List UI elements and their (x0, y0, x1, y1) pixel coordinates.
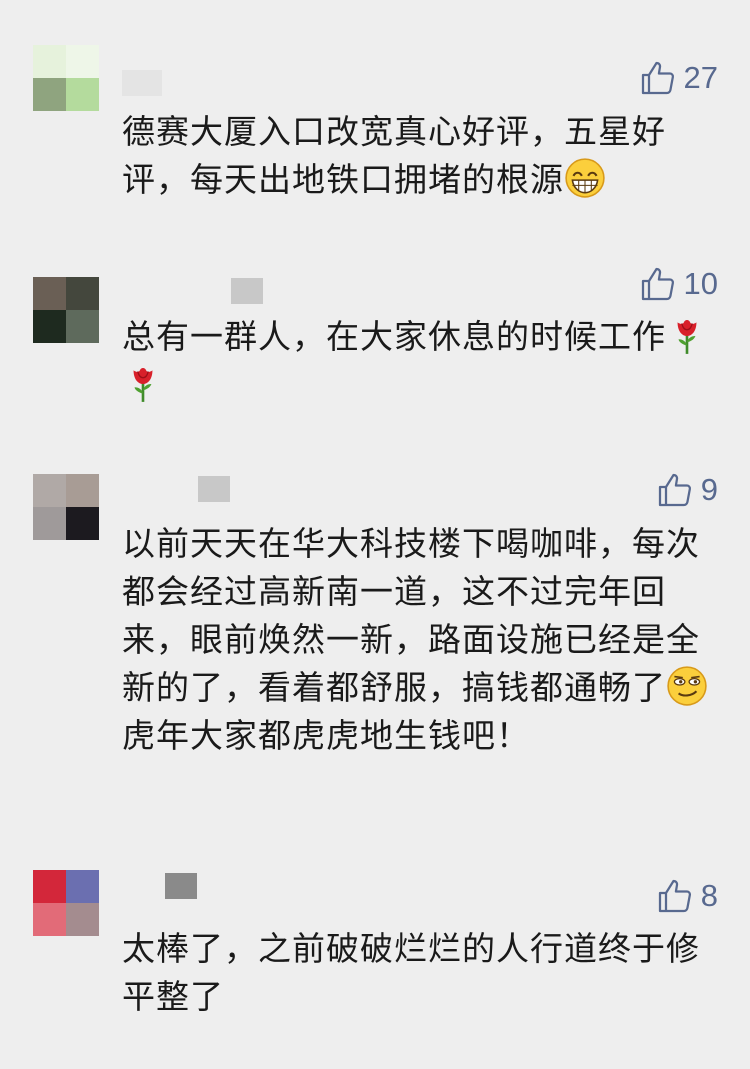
thumbs-up-icon (658, 473, 691, 507)
avatar[interactable] (33, 45, 99, 111)
like-count: 27 (683, 60, 718, 95)
avatar[interactable] (33, 277, 99, 343)
nickname-blurred (231, 278, 263, 304)
comment-text: 以前天天在华大科技楼下喝咖啡，每次都会经过高新南一道，这不过完年回来，眼前焕然一… (122, 520, 722, 760)
rose-icon (122, 362, 164, 404)
like-count: 9 (700, 472, 718, 507)
like-count: 10 (683, 266, 718, 301)
like-count: 8 (700, 878, 718, 913)
avatar[interactable] (33, 870, 99, 936)
thumbs-up-icon (658, 879, 691, 913)
avatar[interactable] (33, 474, 99, 540)
thumbs-up-icon (641, 61, 674, 95)
like-button[interactable]: 9 (657, 470, 718, 510)
thumbs-up-icon (641, 267, 674, 301)
like-button[interactable]: 8 (657, 876, 718, 916)
like-button[interactable]: 27 (640, 58, 718, 98)
nickname-blurred (122, 70, 162, 96)
grinning-face-icon (564, 157, 606, 199)
smirking-face-icon (666, 665, 708, 707)
comment-text: 总有一群人，在大家休息的时候工作 (122, 313, 722, 409)
nickname-blurred (165, 873, 197, 899)
nickname-blurred (198, 476, 230, 502)
rose-icon (666, 314, 708, 356)
comment-text: 太棒了，之前破破烂烂的人行道终于修平整了 (122, 929, 700, 1016)
comment-text: 德赛大厦入口改宽真心好评，五星好评，每天出地铁口拥堵的根源 (122, 112, 666, 199)
like-button[interactable]: 10 (640, 264, 718, 304)
